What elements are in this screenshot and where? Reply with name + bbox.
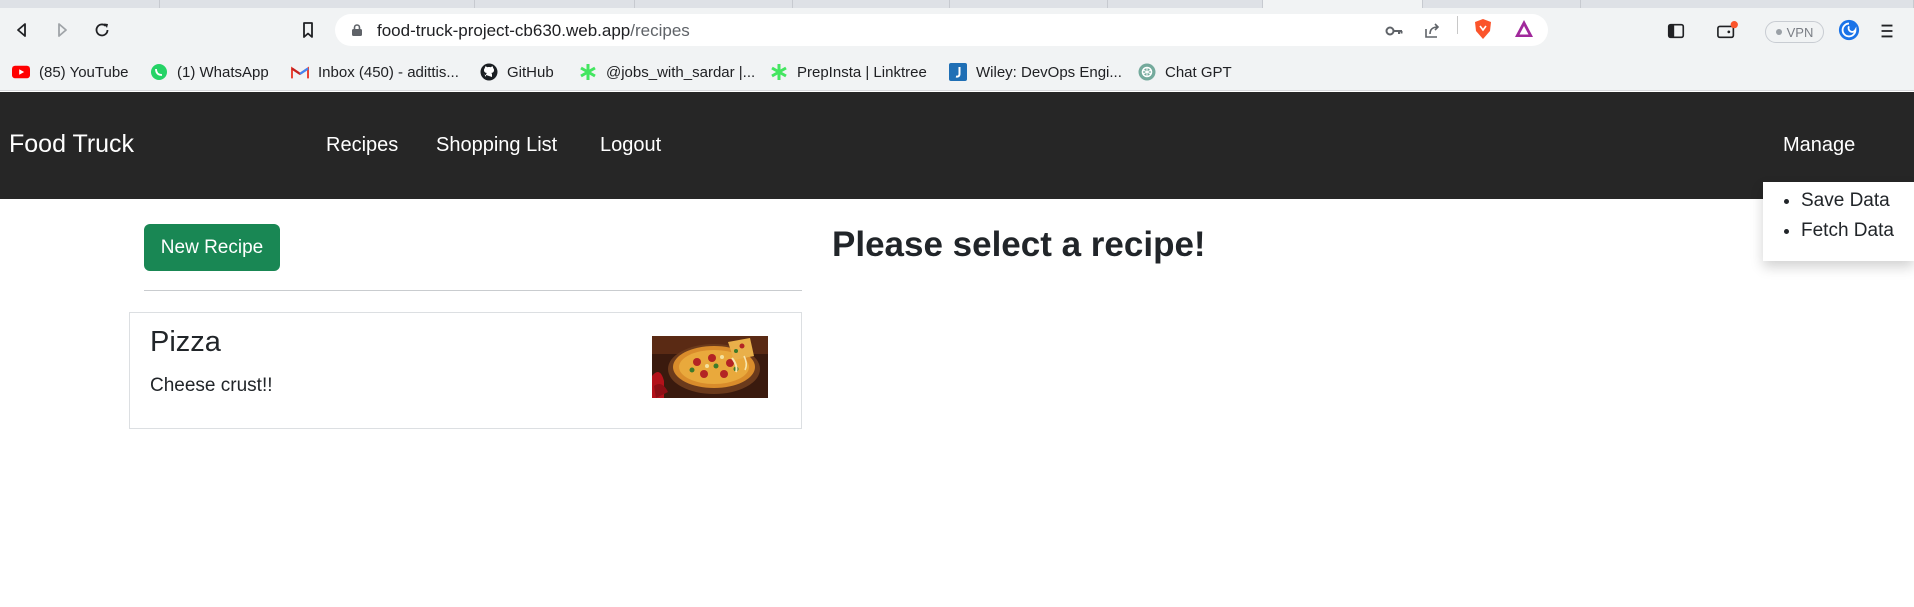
browser-tab[interactable] <box>475 0 635 8</box>
manage-dropdown-toggle[interactable]: Manage <box>1783 134 1855 157</box>
bookmark-label: PrepInsta | Linktree <box>797 63 927 81</box>
profile-icon[interactable] <box>1838 19 1860 41</box>
chatgpt-icon <box>1138 63 1156 81</box>
youtube-icon <box>12 63 30 81</box>
bookmark-label: (85) YouTube <box>39 63 129 81</box>
browser-tab[interactable] <box>950 0 1108 8</box>
url-path: /recipes <box>630 21 690 40</box>
address-url: food-truck-project-cb630.web.app/recipes <box>377 21 690 41</box>
vpn-button[interactable]: VPN <box>1765 21 1824 43</box>
brave-shield-icon[interactable] <box>1472 18 1494 40</box>
browser-tab[interactable] <box>1108 0 1263 8</box>
linktree-icon <box>770 63 788 81</box>
key-icon[interactable] <box>1384 21 1404 41</box>
bookmark-label: (1) WhatsApp <box>177 63 269 81</box>
recipe-image <box>652 336 768 398</box>
menu-item-fetch-data[interactable]: Fetch Data <box>1801 216 1894 246</box>
back-icon[interactable] <box>10 18 34 42</box>
github-icon <box>480 63 498 81</box>
bookmark-label: Wiley: DevOps Engi... <box>976 63 1122 81</box>
browser-toolbar: food-truck-project-cb630.web.app/recipes… <box>0 8 1914 53</box>
browser-tab[interactable] <box>0 0 160 8</box>
browser-tab[interactable] <box>635 0 793 8</box>
linktree-icon <box>579 63 597 81</box>
vpn-label: VPN <box>1786 24 1814 40</box>
brave-rewards-icon[interactable] <box>1513 18 1535 40</box>
wiley-icon <box>949 63 967 81</box>
recipe-description: Cheese crust!! <box>150 375 273 396</box>
bookmark-label: @jobs_with_sardar |... <box>606 63 756 81</box>
vpn-status-dot <box>1775 29 1782 35</box>
browser-tab[interactable] <box>1423 0 1581 8</box>
bookmark-gmail[interactable]: Inbox (450) - adittis... <box>291 62 459 82</box>
sidebar-icon[interactable] <box>1665 20 1687 42</box>
bookmark-wiley[interactable]: Wiley: DevOps Engi... <box>949 62 1122 82</box>
url-host: food-truck-project-cb630.web.app <box>377 21 631 40</box>
select-recipe-heading: Please select a recipe! <box>832 225 1206 264</box>
new-recipe-button[interactable]: New Recipe <box>144 224 280 271</box>
divider <box>144 290 802 291</box>
bookmark-label: GitHub <box>507 63 554 81</box>
brand-link[interactable]: Food Truck <box>9 130 134 159</box>
browser-tab-strip <box>0 0 1914 8</box>
bookmark-icon[interactable] <box>296 18 320 42</box>
bookmark-jobs-with-sardar[interactable]: @jobs_with_sardar |... <box>579 62 755 82</box>
wallet-icon[interactable] <box>1716 20 1738 42</box>
bookmark-prepinsta[interactable]: PrepInsta | Linktree <box>770 62 927 82</box>
bookmark-label: Chat GPT <box>1165 63 1232 81</box>
app-navbar: Food Truck Recipes Shopping List Logout … <box>0 92 1914 199</box>
bookmark-youtube[interactable]: (85) YouTube <box>12 62 129 82</box>
browser-tab[interactable] <box>1581 0 1914 8</box>
nav-recipes[interactable]: Recipes <box>326 134 398 157</box>
bookmark-label: Inbox (450) - adittis... <box>318 63 459 81</box>
browser-tab-active[interactable] <box>1263 0 1423 8</box>
lock-icon <box>352 24 362 36</box>
menu-item-save-data[interactable]: Save Data <box>1801 186 1894 216</box>
recipe-list-item[interactable]: Pizza Cheese crust!! <box>129 312 802 429</box>
recipe-name: Pizza <box>150 326 221 358</box>
browser-tab[interactable] <box>793 0 950 8</box>
menu-icon[interactable] <box>1876 20 1898 42</box>
forward-icon[interactable] <box>50 18 74 42</box>
toolbar-separator <box>1457 16 1458 34</box>
bookmark-github[interactable]: GitHub <box>480 62 554 82</box>
gmail-icon <box>291 63 309 81</box>
manage-dropdown-menu: Save Data Fetch Data <box>1763 182 1914 261</box>
browser-tab[interactable] <box>160 0 475 8</box>
nav-logout[interactable]: Logout <box>600 134 661 157</box>
bookmarks-bar: (85) YouTube (1) WhatsApp Inbox (450) - … <box>0 53 1914 91</box>
manage-menu-list: Save Data Fetch Data <box>1801 186 1894 246</box>
nav-shopping-list[interactable]: Shopping List <box>436 134 557 157</box>
whatsapp-icon <box>150 63 168 81</box>
share-icon[interactable] <box>1422 21 1442 41</box>
bookmark-whatsapp[interactable]: (1) WhatsApp <box>150 62 269 82</box>
bookmark-chatgpt[interactable]: Chat GPT <box>1138 62 1232 82</box>
reload-icon[interactable] <box>90 18 114 42</box>
address-bar[interactable]: food-truck-project-cb630.web.app/recipes <box>335 14 1548 46</box>
